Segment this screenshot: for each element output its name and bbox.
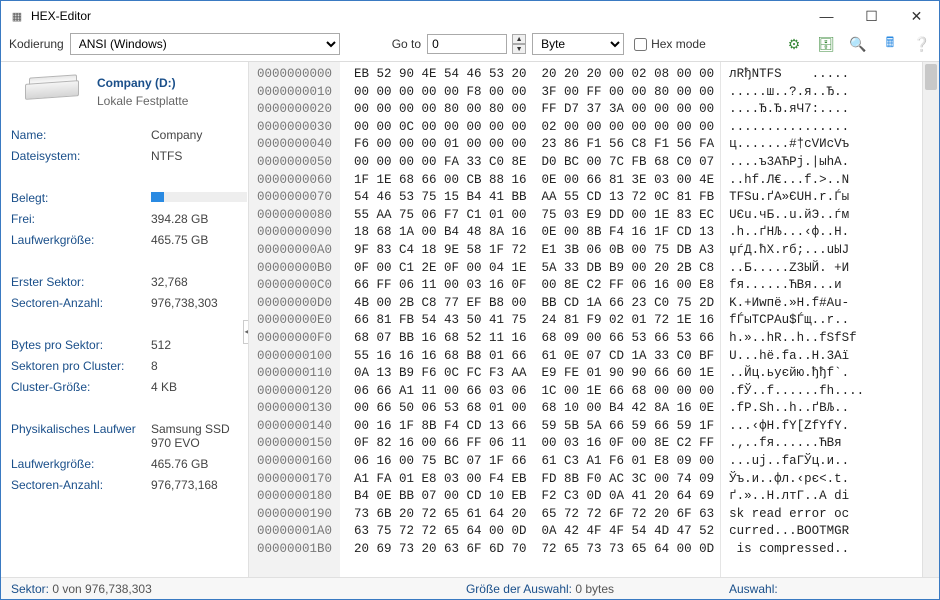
prop-label: Laufwerkgröße: xyxy=(11,233,151,247)
encoding-select[interactable]: ANSI (Windows) xyxy=(70,33,340,55)
prop-label: Bytes pro Sektor: xyxy=(11,338,151,352)
encoding-label: Kodierung xyxy=(9,37,64,51)
prop-label: Belegt: xyxy=(11,191,151,205)
prop-label: Dateisystem: xyxy=(11,149,151,163)
prop-label: Erster Sektor: xyxy=(11,275,151,289)
status-sector-label: Sektor: xyxy=(11,582,49,596)
db-plus-icon[interactable]: 🗄 xyxy=(817,35,835,53)
help-icon[interactable]: ❔ xyxy=(913,35,931,53)
scrollbar[interactable] xyxy=(922,62,939,577)
collapse-handle[interactable]: ◂ xyxy=(243,320,249,344)
prop-label: Name: xyxy=(11,128,151,142)
prop-value: 512 xyxy=(151,338,247,352)
hexmode-checkbox[interactable]: Hex mode xyxy=(634,37,706,51)
toolbar: Kodierung ANSI (Windows) Go to ▲▼ Byte H… xyxy=(1,31,939,61)
prop-label: Sectoren-Anzahl: xyxy=(11,478,151,492)
prop-label: Cluster-Größe: xyxy=(11,380,151,394)
prop-value: 32,768 xyxy=(151,275,247,289)
prop-value: 8 xyxy=(151,359,247,373)
hex-viewer: 0000000000 0000000010 0000000020 0000000… xyxy=(249,62,939,577)
prop-value: NTFS xyxy=(151,149,247,163)
status-selection-label: Auswahl: xyxy=(729,582,778,596)
window-title: HEX-Editor xyxy=(31,9,804,23)
gear-icon[interactable]: ⚙ xyxy=(785,35,803,53)
properties-grid: Name:CompanyDateisystem:NTFSBelegt:Frei:… xyxy=(11,128,242,492)
drive-icon xyxy=(25,82,87,116)
status-sector-value: 0 von 976,738,303 xyxy=(52,582,151,596)
scroll-thumb[interactable] xyxy=(925,64,937,90)
goto-spinner[interactable]: ▲▼ xyxy=(512,34,526,54)
prop-label: Laufwerkgröße: xyxy=(11,457,151,471)
maximize-button[interactable]: ☐ xyxy=(849,1,894,31)
unit-select[interactable]: Byte xyxy=(532,33,624,55)
search-icon[interactable]: 🔍 xyxy=(849,35,867,53)
goto-input[interactable] xyxy=(427,34,507,54)
drive-subtitle: Lokale Festplatte xyxy=(97,94,188,108)
status-bar: Sektor: 0 von 976,738,303 Größe der Ausw… xyxy=(1,577,939,599)
prop-label: Sectoren-Anzahl: xyxy=(11,296,151,310)
prop-label: Frei: xyxy=(11,212,151,226)
prop-value: Company xyxy=(151,128,247,142)
prop-value: 465.75 GB xyxy=(151,233,247,247)
prop-value xyxy=(151,191,247,205)
prop-value: 976,738,303 xyxy=(151,296,247,310)
status-sel-label: Größe der Auswahl: xyxy=(466,582,572,596)
close-button[interactable]: ✕ xyxy=(894,1,939,31)
drive-title: Company (D:) xyxy=(97,76,188,90)
sidebar: Company (D:) Lokale Festplatte Name:Comp… xyxy=(1,62,249,577)
minimize-button[interactable]: — xyxy=(804,1,849,31)
prop-value: 4 KB xyxy=(151,380,247,394)
hex-column[interactable]: EB 52 90 4E 54 46 53 20 20 20 20 00 02 0… xyxy=(340,62,720,577)
prop-value: 976,773,168 xyxy=(151,478,247,492)
calc-icon[interactable]: 🖩 xyxy=(881,35,899,53)
prop-label: Physikalisches Laufwer xyxy=(11,422,151,450)
status-sel-value: 0 bytes xyxy=(575,582,614,596)
titlebar: ▦ HEX-Editor — ☐ ✕ xyxy=(1,1,939,31)
prop-value: 465.76 GB xyxy=(151,457,247,471)
offset-column: 0000000000 0000000010 0000000020 0000000… xyxy=(249,62,340,577)
ascii-column[interactable]: лRђNTFS ..... .....ш..?.я..Ђ.. ....Ђ.Ђ.я… xyxy=(720,62,922,577)
prop-label: Sektoren pro Cluster: xyxy=(11,359,151,373)
prop-value: 394.28 GB xyxy=(151,212,247,226)
app-icon: ▦ xyxy=(9,8,25,24)
goto-label: Go to xyxy=(392,37,421,51)
prop-value: Samsung SSD 970 EVO xyxy=(151,422,247,450)
